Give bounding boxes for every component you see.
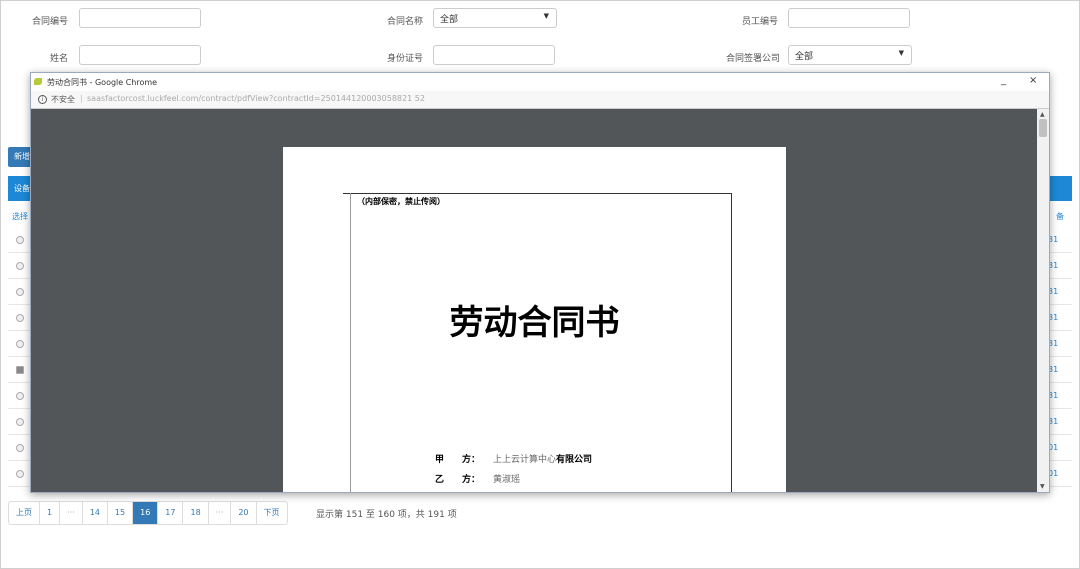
- table-cell: 31: [1048, 332, 1072, 357]
- row-radio[interactable]: [16, 444, 24, 452]
- scroll-up-icon[interactable]: ▲: [1040, 111, 1045, 118]
- signing-company-select[interactable]: 全部 ▼: [788, 45, 912, 65]
- table-row[interactable]: [8, 280, 30, 305]
- party-a-value: 上上云计算中心: [493, 455, 557, 465]
- party-b: 乙 方： 黄淑瑶: [435, 472, 520, 485]
- pdf-page: （内部保密，禁止传阅） 劳动合同书 甲 方： 上上云计算中心有限公司 乙 方： 黄淑…: [283, 147, 786, 492]
- contract-name-select-value: 全部: [440, 15, 459, 25]
- table-row[interactable]: [8, 410, 30, 435]
- info-icon[interactable]: i: [38, 95, 47, 104]
- insecure-label: 不安全: [51, 95, 75, 104]
- party-b-value: 黄淑瑶: [493, 475, 521, 485]
- party-a: 甲 方： 上上云计算中心有限公司: [435, 452, 592, 465]
- page-button[interactable]: 20: [230, 502, 255, 524]
- pagination: 上页 1 ··· 14 15 16 17 18 ··· 20 下页: [8, 501, 288, 525]
- confidential-note: （内部保密，禁止传阅）: [357, 197, 445, 206]
- doc-border-top: [343, 193, 731, 194]
- table-row[interactable]: [8, 306, 30, 331]
- prev-page-button[interactable]: 上页: [9, 502, 39, 524]
- right-column-header: 备: [1056, 212, 1064, 221]
- row-radio[interactable]: [16, 418, 24, 426]
- minimize-button[interactable]: _: [1001, 75, 1006, 86]
- page-button[interactable]: 14: [81, 502, 107, 524]
- select-column-header: 选择: [12, 212, 28, 221]
- party-b-label: 乙 方：: [435, 475, 481, 485]
- table-cell: 31: [1048, 384, 1072, 409]
- party-a-label: 甲 方：: [435, 455, 481, 465]
- id-card-label: 身份证号: [386, 54, 423, 64]
- row-radio[interactable]: [16, 340, 24, 348]
- next-page-button[interactable]: 下页: [255, 502, 287, 524]
- name-input[interactable]: [79, 45, 201, 65]
- table-row[interactable]: [8, 358, 30, 383]
- table-row[interactable]: [8, 332, 30, 357]
- row-radio[interactable]: [16, 262, 24, 270]
- table-row[interactable]: [8, 462, 30, 487]
- divider: |: [80, 94, 83, 103]
- contract-no-label: 合同编号: [31, 17, 68, 27]
- table-cell: 31: [1048, 410, 1072, 435]
- employee-no-input[interactable]: [788, 8, 910, 28]
- employee-no-label: 员工编号: [741, 17, 778, 27]
- row-radio[interactable]: [16, 236, 24, 244]
- vertical-scrollbar[interactable]: ▲ ▼: [1037, 109, 1049, 492]
- table-cell: 31: [1048, 280, 1072, 305]
- table-cell: 01: [1048, 462, 1072, 487]
- row-radio[interactable]: [16, 288, 24, 296]
- table-toolbar: 设备: [8, 176, 30, 201]
- table-row[interactable]: [8, 436, 30, 461]
- chrome-popup-window: 劳动合同书 - Google Chrome _ × i 不安全 | saasfa…: [30, 72, 1050, 493]
- row-radio-selected[interactable]: [16, 366, 24, 374]
- contract-name-label: 合同名称: [386, 17, 423, 27]
- chevron-down-icon: ▼: [543, 12, 549, 20]
- contract-name-select[interactable]: 全部 ▼: [433, 8, 557, 28]
- scroll-thumb[interactable]: [1039, 119, 1047, 137]
- scroll-down-icon[interactable]: ▼: [1040, 483, 1045, 490]
- page-button[interactable]: 17: [157, 502, 182, 524]
- table-toolbar-label: 设备: [14, 184, 30, 193]
- row-radio[interactable]: [16, 314, 24, 322]
- id-card-input[interactable]: [433, 45, 555, 65]
- table-row[interactable]: [8, 384, 30, 409]
- window-titlebar[interactable]: 劳动合同书 - Google Chrome _ ×: [31, 73, 1049, 92]
- close-button[interactable]: ×: [1029, 75, 1037, 86]
- page-button-active[interactable]: 16: [132, 502, 158, 524]
- signing-company-label: 合同签署公司: [725, 54, 780, 64]
- row-radio[interactable]: [16, 470, 24, 478]
- table-toolbar-right: [1048, 176, 1072, 201]
- table-cell: 31: [1048, 358, 1072, 383]
- name-label: 姓名: [49, 54, 68, 64]
- chevron-down-icon: ▼: [898, 49, 904, 57]
- window-title: 劳动合同书 - Google Chrome: [47, 78, 158, 87]
- row-radio[interactable]: [16, 392, 24, 400]
- table-cell: 31: [1048, 306, 1072, 331]
- url-text[interactable]: saasfactorcost.luckfeel.com/contract/pdf…: [87, 94, 425, 103]
- table-row[interactable]: [8, 228, 30, 253]
- table-cell: 01: [1048, 436, 1072, 461]
- page-button[interactable]: 15: [106, 502, 132, 524]
- signing-company-select-value: 全部: [795, 52, 814, 62]
- page-ellipsis: ···: [207, 502, 231, 524]
- contract-no-input[interactable]: [79, 8, 201, 28]
- table-cell: 31: [1048, 254, 1072, 279]
- document-title: 劳动合同书: [449, 303, 620, 343]
- favicon-icon: [34, 78, 42, 85]
- page-ellipsis: ···: [59, 502, 82, 524]
- page-info: 显示第 151 至 160 项，共 191 项: [316, 510, 457, 520]
- address-bar[interactable]: i 不安全 | saasfactorcost.luckfeel.com/cont…: [31, 91, 1049, 109]
- page-button[interactable]: 18: [182, 502, 207, 524]
- table-cell: 31: [1048, 228, 1072, 253]
- party-a-value-suffix: 有限公司: [556, 455, 593, 465]
- table-row[interactable]: [8, 254, 30, 279]
- page-button[interactable]: 1: [39, 502, 59, 524]
